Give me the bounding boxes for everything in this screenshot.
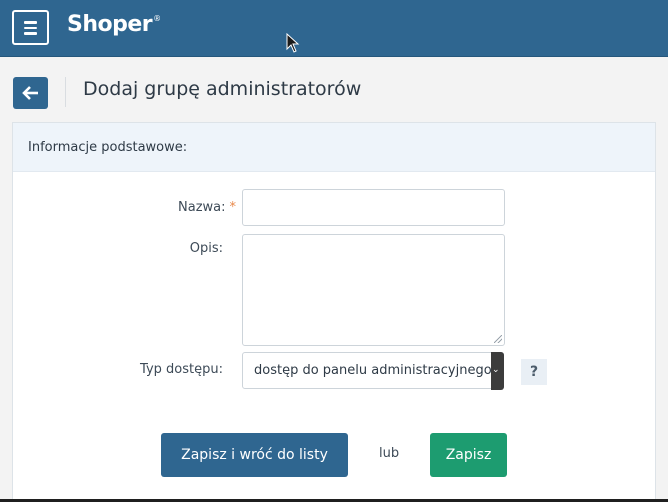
hamburger-menu-icon-line	[24, 32, 37, 35]
logo-registered-mark: ®	[153, 14, 161, 23]
description-label: Opis:	[189, 241, 223, 256]
required-asterisk: *	[229, 200, 237, 215]
help-button[interactable]: ?	[521, 359, 547, 385]
menu-toggle-button[interactable]	[12, 10, 49, 45]
logo-text: Shoper	[67, 12, 153, 37]
save-button[interactable]: Zapisz	[430, 433, 507, 477]
back-button[interactable]	[13, 77, 48, 109]
hamburger-menu-icon-line	[24, 26, 37, 29]
name-label-text: Nazwa:	[178, 200, 226, 215]
panel-header: Informacje podstawowe:	[13, 123, 655, 172]
name-label: Nazwa: *	[150, 200, 236, 215]
description-textarea[interactable]	[242, 234, 505, 346]
top-bar: Shoper®	[0, 0, 668, 57]
mouse-cursor-icon	[286, 33, 300, 53]
access-type-selected-value: dostęp do panelu administracyjnego	[254, 363, 492, 378]
save-and-return-button[interactable]: Zapisz i wróć do listy	[161, 433, 348, 477]
page-title: Dodaj grupę administratorów	[83, 78, 362, 100]
arrow-left-icon	[22, 86, 38, 100]
or-separator: lub	[379, 446, 400, 461]
hamburger-menu-icon	[24, 21, 37, 24]
access-type-select[interactable]: dostęp do panelu administracyjnego ⌄	[242, 352, 504, 390]
dropdown-arrow[interactable]: ⌄	[491, 352, 504, 390]
shoper-logo[interactable]: Shoper®	[67, 12, 161, 37]
panel-header-title: Informacje podstawowe:	[28, 140, 188, 155]
access-type-label: Typ dostępu:	[140, 362, 223, 377]
title-divider	[65, 77, 66, 107]
resize-handle-icon[interactable]	[494, 335, 502, 343]
name-input[interactable]	[242, 189, 505, 226]
chevron-down-icon: ⌄	[492, 365, 500, 375]
